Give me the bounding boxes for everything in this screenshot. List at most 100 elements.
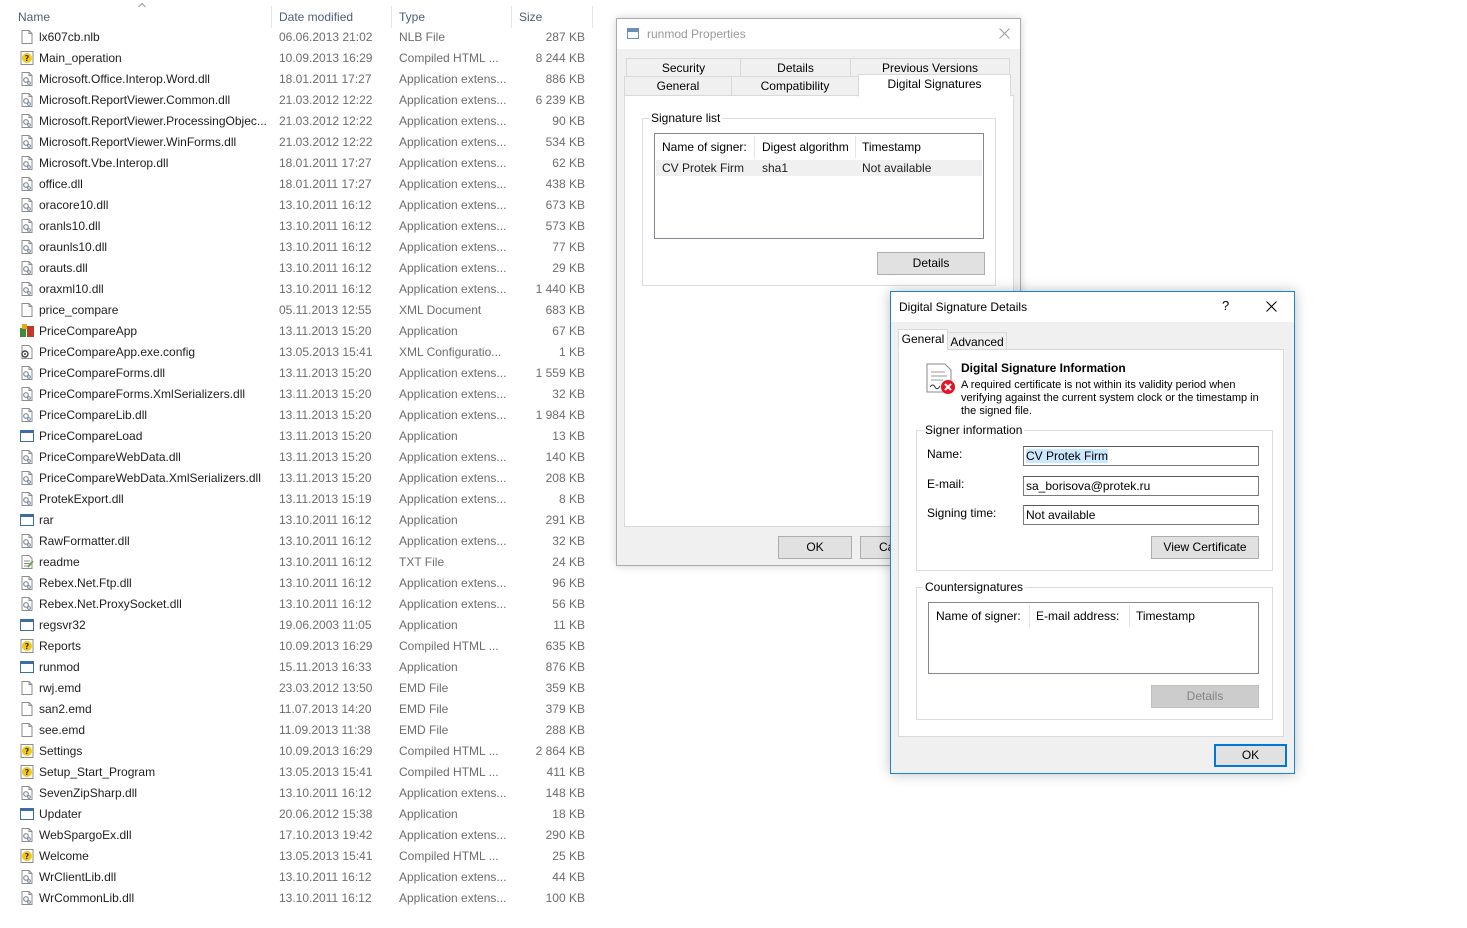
table-row[interactable]: orauts.dll 13.10.2011 16:12 Application ex… <box>0 258 600 279</box>
file-name: PriceCompareWebData.XmlSerializers.dll <box>39 471 261 485</box>
tab-security[interactable]: Security <box>626 58 741 78</box>
table-row[interactable]: SevenZipSharp.dll 13.10.2011 16:12 Applica… <box>0 783 600 804</box>
tab-details[interactable]: Details <box>740 58 851 78</box>
table-row[interactable]: Microsoft.ReportViewer.WinForms.dll 21.03… <box>0 132 600 153</box>
table-row[interactable]: runmod 15.11.2013 16:33 Application 876 KB <box>0 657 600 678</box>
table-row[interactable]: Microsoft.Vbe.Interop.dll 18.01.2011 17:2… <box>0 153 600 174</box>
table-row[interactable]: PriceCompareForms.XmlSerializers.dll 13.1… <box>0 384 600 405</box>
table-row[interactable]: oranls10.dll 13.10.2011 16:12 Application … <box>0 216 600 237</box>
table-row[interactable]: ? Main_operation 10.09.2013 16:29 Compiled … <box>0 48 600 69</box>
table-row[interactable]: ? Settings 10.09.2013 16:29 Compiled HTML .… <box>0 741 600 762</box>
table-row[interactable]: Microsoft.ReportViewer.ProcessingObjec..… <box>0 111 600 132</box>
file-size: 287 KB <box>545 30 585 44</box>
table-row[interactable]: WrCommonLib.dll 13.10.2011 16:12 Applicati… <box>0 888 600 909</box>
file-type: TXT File <box>399 555 445 569</box>
tab-digital-signatures[interactable]: Digital Signatures <box>858 74 1011 97</box>
signature-list[interactable]: Name of signer: Digest algorithm Timesta… <box>654 133 984 239</box>
column-timestamp[interactable]: Timestamp <box>1129 603 1195 629</box>
exe-icon <box>19 617 35 633</box>
table-row[interactable]: lx607cb.nlb 06.06.2013 21:02 NLB File 287 K… <box>0 27 600 48</box>
file-name: WrCommonLib.dll <box>39 891 135 905</box>
signature-row[interactable]: CV Protek Firm sha1 Not available <box>656 160 982 176</box>
column-name-of-signer[interactable]: Name of signer: <box>655 134 747 160</box>
signing-time-field[interactable]: Not available <box>1023 505 1259 525</box>
table-row[interactable]: Updater 20.06.2012 15:38 Application 18 KB <box>0 804 600 825</box>
column-date-modified[interactable]: Date modified <box>279 10 353 24</box>
name-field[interactable]: CV Protek Firm <box>1023 446 1259 466</box>
table-row[interactable]: PriceCompareLib.dll 13.11.2013 15:20 Appli… <box>0 405 600 426</box>
close-icon[interactable] <box>1266 301 1277 312</box>
file-type: Application extens... <box>399 261 507 275</box>
file-date: 13.10.2011 16:12 <box>279 219 372 233</box>
table-row[interactable]: Rebex.Net.Ftp.dll 13.10.2011 16:12 Applica… <box>0 573 600 594</box>
file-type: XML Document <box>399 303 482 317</box>
column-size[interactable]: Size <box>519 10 542 24</box>
table-row[interactable]: readme 13.10.2011 16:12 TXT File 24 KB <box>0 552 600 573</box>
column-timestamp[interactable]: Timestamp <box>855 134 921 160</box>
table-row[interactable]: PriceCompareLoad 13.11.2013 15:20 Applicat… <box>0 426 600 447</box>
countersignature-details-button[interactable]: Details <box>1151 685 1259 708</box>
table-row[interactable]: RawFormatter.dll 13.10.2011 16:12 Applicat… <box>0 531 600 552</box>
table-row[interactable]: rwj.emd 23.03.2012 13:50 EMD File 359 KB <box>0 678 600 699</box>
file-name: orauts.dll <box>39 261 88 275</box>
file-type: Application <box>399 324 458 338</box>
table-row[interactable]: price_compare 05.11.2013 12:55 XML Documen… <box>0 300 600 321</box>
table-row[interactable]: oraxml10.dll 13.10.2011 16:12 Application … <box>0 279 600 300</box>
table-row[interactable]: rar 13.10.2011 16:12 Application 291 KB <box>0 510 600 531</box>
table-row[interactable]: see.emd 11.09.2013 11:38 EMD File 288 KB <box>0 720 600 741</box>
email-field[interactable]: sa_borisova@protek.ru <box>1023 476 1259 496</box>
file-size: 359 KB <box>545 681 585 695</box>
countersignatures-list[interactable]: Name of signer: E-mail address: Timestam… <box>928 602 1259 674</box>
table-row[interactable]: ? Welcome 13.05.2013 15:41 Compiled HTML ..… <box>0 846 600 867</box>
file-type: Application extens... <box>399 135 507 149</box>
column-email-address[interactable]: E-mail address: <box>1029 603 1119 629</box>
details-button[interactable]: Details <box>877 252 985 275</box>
column-name[interactable]: Name <box>18 10 50 24</box>
file-icon <box>19 722 35 738</box>
table-row[interactable]: office.dll 18.01.2011 17:27 Application ex… <box>0 174 600 195</box>
table-row[interactable]: ? Setup_Start_Program 13.05.2013 15:41 Comp… <box>0 762 600 783</box>
file-name: san2.emd <box>39 702 92 716</box>
file-name: Main_operation <box>39 51 122 65</box>
table-row[interactable]: ? Reports 10.09.2013 16:29 Compiled HTML ..… <box>0 636 600 657</box>
file-size: 67 KB <box>552 324 585 338</box>
table-row[interactable]: PriceCompareApp 13.11.2013 15:20 Applicati… <box>0 321 600 342</box>
close-icon[interactable] <box>999 28 1010 39</box>
tab-general[interactable]: General <box>624 76 732 96</box>
file-date: 13.10.2011 16:12 <box>279 786 372 800</box>
table-row[interactable]: WrClientLib.dll 13.10.2011 16:12 Applicati… <box>0 867 600 888</box>
view-certificate-button[interactable]: View Certificate <box>1151 536 1259 559</box>
file-list: Name Date modified Type Size lx607cb.nlb… <box>0 0 600 928</box>
window-title: Digital Signature Details <box>899 300 1028 314</box>
table-row[interactable]: ProtekExport.dll 13.11.2013 15:19 Applicat… <box>0 489 600 510</box>
column-digest-algorithm[interactable]: Digest algorithm <box>755 134 849 160</box>
table-row[interactable]: PriceCompareForms.dll 13.11.2013 15:20 App… <box>0 363 600 384</box>
table-row[interactable]: oraunls10.dll 13.10.2011 16:12 Application… <box>0 237 600 258</box>
table-row[interactable]: PriceCompareApp.exe.config 13.05.2013 15:… <box>0 342 600 363</box>
tab-general[interactable]: General <box>898 329 948 351</box>
file-type: EMD File <box>399 723 449 737</box>
tab-compatibility[interactable]: Compatibility <box>731 76 859 96</box>
table-row[interactable]: PriceCompareWebData.XmlSerializers.dll 13… <box>0 468 600 489</box>
table-row[interactable]: WebSpargoEx.dll 17.10.2013 19:42 Applicati… <box>0 825 600 846</box>
table-row[interactable]: Rebex.Net.ProxySocket.dll 13.10.2011 16:1… <box>0 594 600 615</box>
file-size: 32 KB <box>552 387 585 401</box>
table-row[interactable]: PriceCompareWebData.dll 13.11.2013 15:20 A… <box>0 447 600 468</box>
file-date: 18.01.2011 17:27 <box>279 156 372 170</box>
dll-icon <box>19 239 35 255</box>
sort-ascending-icon <box>138 2 146 8</box>
column-name-of-signer[interactable]: Name of signer: <box>929 603 1021 629</box>
email-label: E-mail: <box>927 477 965 491</box>
help-icon[interactable]: ? <box>1222 298 1229 313</box>
ok-button[interactable]: OK <box>778 536 852 559</box>
table-row[interactable]: san2.emd 11.07.2013 14:20 EMD File 379 KB <box>0 699 600 720</box>
table-row[interactable]: oracore10.dll 13.10.2011 16:12 Application… <box>0 195 600 216</box>
table-row[interactable]: regsvr32 19.06.2003 11:05 Application 11 KB <box>0 615 600 636</box>
table-row[interactable]: Microsoft.ReportViewer.Common.dll 21.03.2… <box>0 90 600 111</box>
column-type[interactable]: Type <box>399 10 425 24</box>
file-size: 56 KB <box>552 597 585 611</box>
ok-button[interactable]: OK <box>1214 744 1287 767</box>
table-row[interactable]: Microsoft.Office.Interop.Word.dll 18.01.2… <box>0 69 600 90</box>
file-type: Compiled HTML ... <box>399 639 499 653</box>
file-name: SevenZipSharp.dll <box>39 786 138 800</box>
